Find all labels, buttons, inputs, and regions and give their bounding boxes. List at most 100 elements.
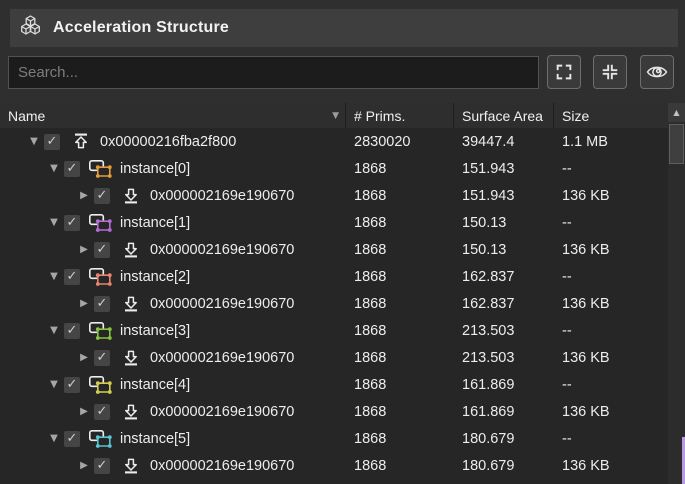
size-value: 136 KB: [562, 295, 610, 312]
table-row[interactable]: ▶ ✓ 0x000002169e190670 1868 151.943 136 KB: [0, 182, 668, 209]
collapse-row-icon[interactable]: ▼: [46, 163, 62, 174]
row-visibility-checkbox[interactable]: ✓: [94, 187, 110, 204]
prims-value: 2830020: [354, 133, 411, 150]
blas-node-icon: [118, 402, 144, 421]
row-visibility-checkbox[interactable]: ✓: [64, 214, 80, 231]
prims-value: 1868: [354, 268, 387, 285]
collapse-row-icon[interactable]: ▼: [46, 433, 62, 444]
name-cell: ▼ ✓ instance[5]: [0, 429, 346, 449]
collapse-row-icon[interactable]: ▼: [46, 379, 62, 390]
blas-node-icon: [118, 456, 144, 475]
surface-value: 180.679: [462, 457, 515, 474]
scrollbar-thumb[interactable]: [669, 124, 684, 164]
tlas-node-icon: [68, 132, 94, 151]
row-visibility-checkbox[interactable]: ✓: [64, 268, 80, 285]
expand-row-icon[interactable]: ▶: [76, 298, 92, 309]
collapse-row-icon[interactable]: ▼: [46, 325, 62, 336]
collapse-all-button[interactable]: [593, 55, 627, 89]
row-label: instance[0]: [120, 160, 191, 177]
prims-value: 1868: [354, 376, 387, 393]
size-value: 136 KB: [562, 241, 610, 258]
collapse-row-icon[interactable]: ▼: [46, 217, 62, 228]
checkmark-icon: ✓: [96, 188, 108, 203]
column-header-surface-area[interactable]: Surface Area: [454, 103, 554, 128]
row-visibility-checkbox[interactable]: ✓: [44, 133, 60, 150]
checkmark-icon: ✓: [96, 458, 108, 473]
size-value: 136 KB: [562, 349, 610, 366]
column-header-size[interactable]: Size: [554, 103, 668, 128]
table-row[interactable]: ▼ ✓ instance[3] 1868 213.503 --: [0, 317, 668, 344]
table-row[interactable]: ▶ ✓ 0x000002169e190670 1868 161.869 136 KB: [0, 398, 668, 425]
expand-row-icon[interactable]: ▶: [76, 406, 92, 417]
table-row[interactable]: ▼ ✓ instance[1] 1868 150.13 --: [0, 209, 668, 236]
surface-value: 151.943: [462, 160, 515, 177]
instance-node-icon: [88, 213, 114, 233]
table-row[interactable]: ▼ ✓ instance[5] 1868 180.679 --: [0, 425, 668, 452]
surface-value: 161.869: [462, 403, 515, 420]
column-label: Name: [8, 107, 46, 124]
table-row[interactable]: ▼ ✓ 0x00000216fba2f800 2830020 39447.4 1.1 MB: [0, 128, 668, 155]
eye-icon: [646, 62, 668, 82]
column-label: # Prims.: [354, 107, 406, 124]
surface-value: 150.13: [462, 241, 507, 258]
table-row[interactable]: ▶ ✓ 0x000002169e190670 1868 180.679 136 KB: [0, 452, 668, 479]
vertical-scrollbar[interactable]: ▲: [668, 103, 685, 484]
checkmark-icon: ✓: [66, 215, 78, 230]
row-visibility-checkbox[interactable]: ✓: [94, 241, 110, 258]
row-visibility-checkbox[interactable]: ✓: [94, 349, 110, 366]
size-value: --: [562, 430, 572, 447]
column-label: Size: [562, 107, 590, 124]
table-row[interactable]: ▶ ✓ 0x000002169e190670 1868 213.503 136 KB: [0, 344, 668, 371]
table-header: Name ▼ # Prims. Surface Area Size: [0, 103, 668, 128]
row-visibility-checkbox[interactable]: ✓: [64, 430, 80, 447]
scroll-up-button[interactable]: ▲: [668, 103, 685, 122]
expand-row-icon[interactable]: ▶: [76, 460, 92, 471]
row-visibility-checkbox[interactable]: ✓: [94, 403, 110, 420]
name-cell: ▶ ✓ 0x000002169e190670: [0, 348, 346, 367]
prims-value: 1868: [354, 295, 387, 312]
row-visibility-checkbox[interactable]: ✓: [64, 322, 80, 339]
expand-all-button[interactable]: [547, 55, 581, 89]
size-value: --: [562, 160, 572, 177]
table-row[interactable]: [0, 479, 668, 484]
blas-node-icon: [118, 348, 144, 367]
acceleration-structure-icon: [19, 15, 42, 41]
instance-node-icon: [88, 375, 114, 395]
table-row[interactable]: ▶ ✓ 0x000002169e190670 1868 162.837 136 KB: [0, 290, 668, 317]
expand-row-icon[interactable]: ▶: [76, 190, 92, 201]
collapse-row-icon[interactable]: ▼: [46, 271, 62, 282]
search-input[interactable]: [8, 56, 539, 89]
row-visibility-checkbox[interactable]: ✓: [94, 295, 110, 312]
instance-node-icon: [88, 159, 114, 179]
row-visibility-checkbox[interactable]: ✓: [64, 376, 80, 393]
expand-row-icon[interactable]: ▶: [76, 352, 92, 363]
name-cell: ▶ ✓ 0x000002169e190670: [0, 456, 346, 475]
prims-value: 1868: [354, 187, 387, 204]
row-label: instance[3]: [120, 322, 191, 339]
instance-node-icon: [88, 321, 114, 341]
column-header-name[interactable]: Name ▼: [0, 103, 346, 128]
collapse-row-icon[interactable]: ▼: [26, 136, 42, 147]
blas-node-icon: [118, 240, 144, 259]
name-cell: ▼ ✓ 0x00000216fba2f800: [0, 132, 346, 151]
table-row[interactable]: ▼ ✓ instance[0] 1868 151.943 --: [0, 155, 668, 182]
checkmark-icon: ✓: [96, 404, 108, 419]
table-row[interactable]: ▶ ✓ 0x000002169e190670 1868 150.13 136 KB: [0, 236, 668, 263]
row-visibility-checkbox[interactable]: ✓: [64, 160, 80, 177]
table-row[interactable]: ▼ ✓ instance[4] 1868 161.869 --: [0, 371, 668, 398]
column-header-prims[interactable]: # Prims.: [346, 103, 454, 128]
row-visibility-checkbox[interactable]: ✓: [94, 457, 110, 474]
size-value: --: [562, 322, 572, 339]
visibility-button[interactable]: [640, 55, 674, 89]
expand-row-icon[interactable]: ▶: [76, 244, 92, 255]
size-value: --: [562, 214, 572, 231]
table-row[interactable]: ▼ ✓ instance[2] 1868 162.837 --: [0, 263, 668, 290]
checkmark-icon: ✓: [66, 269, 78, 284]
